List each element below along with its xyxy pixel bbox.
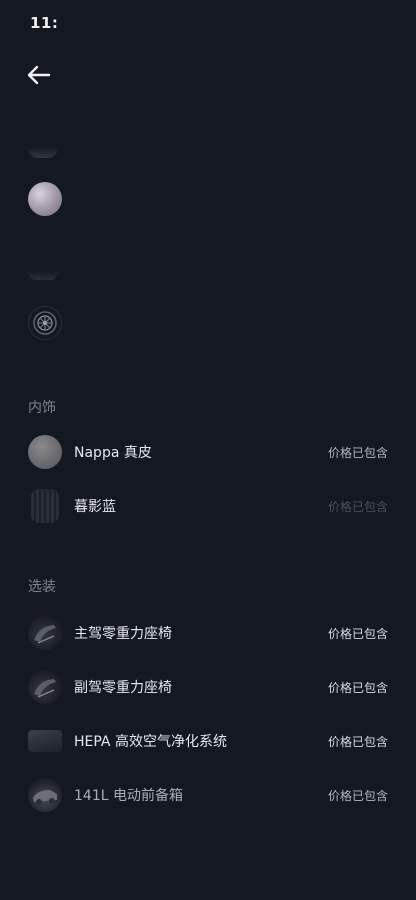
price-status: 价格已包含 (327, 499, 388, 514)
option-item-front-trunk[interactable]: 141L 电动前备箱 价格已包含 (28, 777, 388, 813)
option-item-label: HEPA 高效空气净化系统 (74, 734, 227, 750)
section-title-options: 选装 (28, 579, 56, 595)
interior-item-label: Nappa 真皮 (74, 445, 152, 461)
paint-swatch-icon[interactable] (28, 182, 62, 216)
air-filter-icon (28, 730, 62, 752)
nappa-leather-icon (28, 435, 62, 469)
driver-seat-icon (28, 616, 62, 650)
option-item-driver-seat[interactable]: 主驾零重力座椅 价格已包含 (28, 615, 388, 651)
passenger-seat-icon (28, 670, 62, 704)
trunk-graphic (33, 790, 57, 805)
price-status: 价格已包含 (327, 626, 388, 641)
back-arrow-icon (27, 65, 51, 85)
faded-exterior-thumb (28, 148, 58, 158)
option-item-label: 141L 电动前备箱 (74, 788, 183, 804)
faded-wheel-thumb (28, 272, 58, 280)
wheel-rim-graphic (33, 311, 57, 335)
wheel-icon[interactable] (28, 306, 62, 340)
price-status: 价格已包含 (327, 734, 388, 749)
price-status: 价格已包含 (327, 788, 388, 803)
interior-item-blue[interactable]: 暮影蓝 价格已包含 (28, 488, 388, 524)
option-item-hepa[interactable]: HEPA 高效空气净化系统 价格已包含 (28, 723, 388, 759)
price-status: 价格已包含 (327, 445, 388, 460)
price-status: 价格已包含 (327, 680, 388, 695)
front-trunk-icon (28, 778, 62, 812)
status-time: 11: (30, 14, 59, 32)
option-item-passenger-seat[interactable]: 副驾零重力座椅 价格已包含 (28, 669, 388, 705)
seat-graphic (34, 679, 56, 698)
back-button[interactable] (24, 60, 54, 90)
option-item-label: 主驾零重力座椅 (74, 626, 172, 642)
seat-graphic (34, 625, 56, 644)
twilight-blue-icon (31, 489, 59, 523)
interior-item-nappa[interactable]: Nappa 真皮 价格已包含 (28, 434, 388, 470)
section-title-interior: 内饰 (28, 400, 56, 416)
interior-item-label: 暮影蓝 (74, 499, 116, 515)
option-item-label: 副驾零重力座椅 (74, 680, 172, 696)
